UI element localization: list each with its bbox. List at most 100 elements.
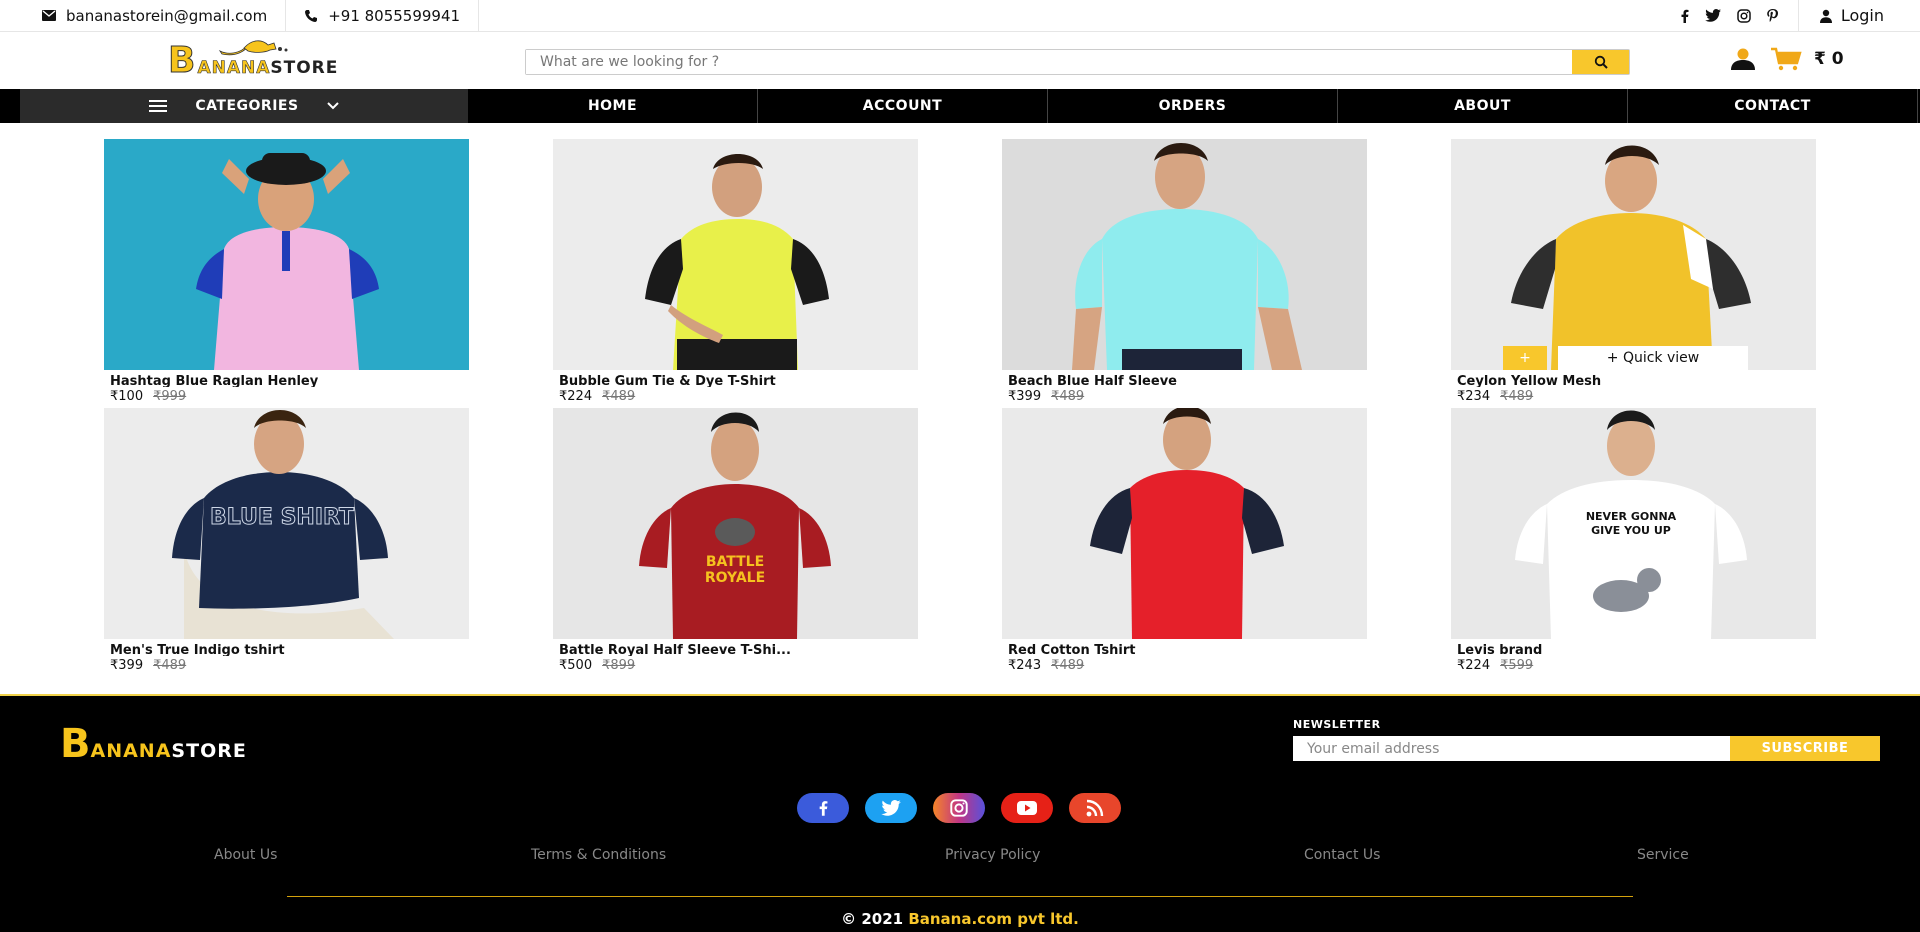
product-price: ₹399: [1008, 389, 1042, 404]
email-text: bananastorein@gmail.com: [66, 6, 268, 25]
twitter-icon[interactable]: [865, 793, 917, 823]
product-card[interactable]: Red Cotton Tshirt ₹243 ₹489: [1002, 408, 1367, 673]
product-image[interactable]: [553, 139, 918, 370]
twitter-icon[interactable]: [1704, 9, 1721, 22]
product-name[interactable]: Ceylon Yellow Mesh: [1451, 370, 1816, 387]
email-contact[interactable]: bananastorein@gmail.com: [0, 0, 287, 31]
footer-link-about[interactable]: About Us: [214, 847, 277, 863]
footer-link-service[interactable]: Service: [1637, 847, 1689, 863]
product-old-price: ₹489: [602, 389, 636, 404]
nav-item-about[interactable]: ABOUT: [1338, 89, 1628, 123]
footer-link-terms[interactable]: Terms & Conditions: [531, 847, 666, 863]
header: B ANANASTORE ₹ 0: [0, 33, 1920, 89]
copyright-prefix: © 2021: [841, 910, 909, 928]
product-image[interactable]: [1002, 408, 1367, 639]
product-image[interactable]: BATTLE ROYALE: [553, 408, 918, 639]
product-price: ₹399: [110, 658, 144, 673]
rss-icon[interactable]: [1069, 793, 1121, 823]
product-image[interactable]: BLUE SHIRT: [104, 408, 469, 639]
copyright: © 2021 Banana.com pvt ltd.: [0, 910, 1920, 928]
product-old-price: ₹489: [153, 658, 187, 673]
product-name[interactable]: Red Cotton Tshirt: [1002, 639, 1367, 656]
facebook-icon[interactable]: [1680, 9, 1689, 23]
logo-word-store: STORE: [270, 58, 339, 78]
cart-total[interactable]: ₹ 0: [1814, 49, 1844, 69]
phone-contact[interactable]: +91 8055599941: [286, 0, 480, 31]
youtube-icon[interactable]: [1001, 793, 1053, 823]
newsletter-form: NEWSLETTER SUBSCRIBE: [1293, 718, 1880, 761]
logo-wordmark: ANANASTORE: [197, 57, 338, 79]
product-prices: ₹243 ₹489: [1002, 656, 1367, 673]
product-card[interactable]: Hashtag Blue Raglan Henley ₹100 ₹999: [104, 139, 469, 404]
product-card[interactable]: Bubble Gum Tie & Dye T-Shirt ₹224 ₹489: [553, 139, 918, 404]
search-bar: [525, 49, 1630, 75]
footer: BANANASTORE NEWSLETTER SUBSCRIBE About U…: [0, 694, 1920, 932]
envelope-icon: [42, 10, 56, 21]
tshirt-print-text: NEVER GONNA: [1586, 510, 1677, 523]
categories-dropdown[interactable]: CATEGORIES: [20, 89, 468, 123]
product-image[interactable]: + + Quick view: [1451, 139, 1816, 370]
product-card[interactable]: NEVER GONNA GIVE YOU UP Levis brand ₹224…: [1451, 408, 1816, 673]
product-image[interactable]: [1002, 139, 1367, 370]
search-button[interactable]: [1572, 50, 1629, 74]
product-prices: ₹224 ₹599: [1451, 656, 1816, 673]
account-icon[interactable]: [1728, 48, 1758, 70]
search-input[interactable]: [526, 50, 1572, 74]
phone-text: +91 8055599941: [328, 6, 461, 25]
product-card[interactable]: + + Quick view Ceylon Yellow Mesh ₹234 ₹…: [1451, 139, 1816, 404]
product-card[interactable]: Beach Blue Half Sleeve ₹399 ₹489: [1002, 139, 1367, 404]
product-prices: ₹500 ₹899: [553, 656, 918, 673]
copyright-brand[interactable]: Banana.com pvt ltd.: [908, 910, 1079, 928]
product-image[interactable]: NEVER GONNA GIVE YOU UP: [1451, 408, 1816, 639]
newsletter-email-input[interactable]: [1293, 736, 1730, 761]
footer-link-contact[interactable]: Contact Us: [1304, 847, 1380, 863]
footer-logo[interactable]: BANANASTORE: [60, 724, 247, 764]
nav-item-account[interactable]: ACCOUNT: [758, 89, 1048, 123]
product-old-price: ₹999: [153, 389, 187, 404]
cart-icon[interactable]: [1770, 47, 1802, 71]
quick-view-button[interactable]: + Quick view: [1558, 346, 1748, 370]
topbar-social-links: [1660, 0, 1799, 31]
product-prices: ₹234 ₹489: [1451, 387, 1816, 404]
nav-item-orders[interactable]: ORDERS: [1048, 89, 1338, 123]
footer-logo-word-banana: ANANA: [90, 740, 172, 762]
product-name[interactable]: Hashtag Blue Raglan Henley: [104, 370, 469, 387]
product-prices: ₹100 ₹999: [104, 387, 469, 404]
instagram-icon[interactable]: [1737, 8, 1751, 23]
footer-logo-wordmark: ANANASTORE: [91, 740, 247, 762]
subscribe-button[interactable]: SUBSCRIBE: [1730, 736, 1880, 761]
pinterest-icon[interactable]: [1767, 8, 1778, 23]
tshirt-print-text: BATTLE: [706, 554, 764, 570]
product-name[interactable]: Men's True Indigo tshirt: [104, 639, 469, 656]
product-price: ₹243: [1008, 658, 1042, 673]
footer-link-privacy[interactable]: Privacy Policy: [945, 847, 1040, 863]
product-card[interactable]: BLUE SHIRT Men's True Indigo tshirt ₹399…: [104, 408, 469, 673]
nav-item-contact[interactable]: CONTACT: [1628, 89, 1918, 123]
product-grid: Hashtag Blue Raglan Henley ₹100 ₹999 Bub…: [0, 123, 1920, 694]
product-old-price: ₹489: [1051, 658, 1085, 673]
add-to-cart-button[interactable]: +: [1503, 346, 1547, 370]
facebook-icon[interactable]: [797, 793, 849, 823]
newsletter-label: NEWSLETTER: [1293, 718, 1381, 731]
product-name[interactable]: Battle Royal Half Sleeve T-Shi...: [553, 639, 918, 656]
product-price: ₹100: [110, 389, 144, 404]
login-link[interactable]: Login: [1799, 0, 1920, 31]
logo-word-banana: ANANA: [197, 58, 271, 79]
banana-logo-icon: [218, 40, 288, 56]
product-name[interactable]: Bubble Gum Tie & Dye T-Shirt: [553, 370, 918, 387]
footer-divider: [287, 896, 1633, 897]
main-nav: CATEGORIES HOME ACCOUNT ORDERS ABOUT CON…: [0, 89, 1920, 123]
instagram-icon[interactable]: [933, 793, 985, 823]
product-image[interactable]: [104, 139, 469, 370]
logo-initial: B: [167, 40, 196, 81]
product-old-price: ₹489: [1500, 389, 1534, 404]
product-old-price: ₹489: [1051, 389, 1085, 404]
product-name[interactable]: Beach Blue Half Sleeve: [1002, 370, 1367, 387]
nav-item-home[interactable]: HOME: [468, 89, 758, 123]
product-prices: ₹399 ₹489: [104, 656, 469, 673]
product-card[interactable]: BATTLE ROYALE Battle Royal Half Sleeve T…: [553, 408, 918, 673]
chevron-down-icon: [326, 102, 339, 110]
product-old-price: ₹599: [1500, 658, 1534, 673]
product-name[interactable]: Levis brand: [1451, 639, 1816, 656]
store-logo[interactable]: B ANANASTORE: [167, 40, 338, 81]
